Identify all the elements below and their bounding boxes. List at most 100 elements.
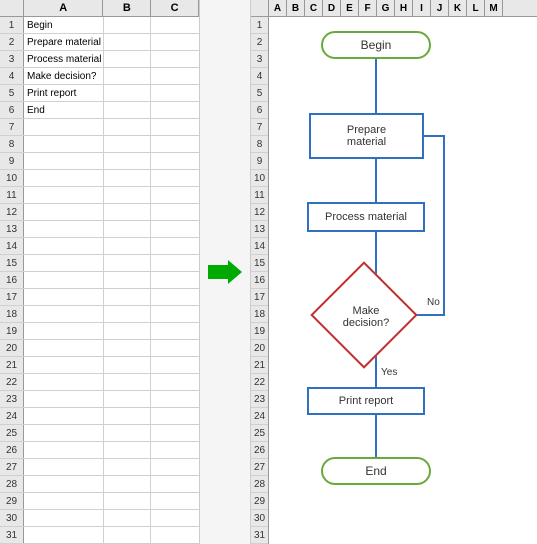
print-shape: Print report (307, 387, 425, 415)
cell-c[interactable] (151, 289, 199, 305)
cell-a[interactable]: Begin (24, 17, 104, 33)
cell-a[interactable] (24, 221, 104, 237)
cell-b[interactable] (104, 17, 152, 33)
cell-b[interactable] (104, 442, 152, 458)
cell-a[interactable] (24, 527, 104, 543)
cell-a[interactable] (24, 136, 104, 152)
cell-b[interactable] (104, 493, 152, 509)
cell-c[interactable] (151, 238, 199, 254)
cell-c[interactable] (151, 374, 199, 390)
cell-b[interactable] (104, 204, 152, 220)
fc-row-number: 24 (251, 408, 268, 425)
cell-c[interactable] (151, 136, 199, 152)
cell-a[interactable]: End (24, 102, 104, 118)
cell-c[interactable] (151, 476, 199, 492)
cell-b[interactable] (104, 306, 152, 322)
cell-a[interactable] (24, 187, 104, 203)
cell-a[interactable] (24, 408, 104, 424)
cell-a[interactable] (24, 119, 104, 135)
fc-row-number: 18 (251, 306, 268, 323)
cell-a[interactable]: Make decision? (24, 68, 104, 84)
cell-c[interactable] (151, 34, 199, 50)
cell-b[interactable] (104, 323, 152, 339)
cell-b[interactable] (104, 272, 152, 288)
fc-col-header-k: K (449, 0, 467, 16)
cell-a[interactable] (24, 391, 104, 407)
cell-b[interactable] (104, 34, 152, 50)
cell-a[interactable] (24, 425, 104, 441)
cell-b[interactable] (104, 119, 152, 135)
cell-b[interactable] (104, 408, 152, 424)
cell-a[interactable] (24, 476, 104, 492)
cell-c[interactable] (151, 204, 199, 220)
cell-b[interactable] (104, 340, 152, 356)
cell-c[interactable] (151, 102, 199, 118)
cell-a[interactable] (24, 323, 104, 339)
cell-c[interactable] (151, 493, 199, 509)
cell-c[interactable] (151, 442, 199, 458)
cell-b[interactable] (104, 153, 152, 169)
cell-a[interactable]: Prepare material (24, 34, 104, 50)
cell-b[interactable] (104, 51, 152, 67)
cell-a[interactable] (24, 374, 104, 390)
cell-b[interactable] (104, 527, 152, 543)
cell-a[interactable] (24, 510, 104, 526)
cell-b[interactable] (104, 136, 152, 152)
cell-c[interactable] (151, 340, 199, 356)
cell-b[interactable] (104, 221, 152, 237)
cell-a[interactable] (24, 204, 104, 220)
cell-a[interactable]: Print report (24, 85, 104, 101)
cell-b[interactable] (104, 357, 152, 373)
cell-c[interactable] (151, 153, 199, 169)
cell-c[interactable] (151, 306, 199, 322)
cell-a[interactable] (24, 357, 104, 373)
cell-c[interactable] (151, 187, 199, 203)
cell-c[interactable] (151, 119, 199, 135)
cell-b[interactable] (104, 102, 152, 118)
cell-c[interactable] (151, 425, 199, 441)
cell-b[interactable] (104, 459, 152, 475)
cell-b[interactable] (104, 289, 152, 305)
cell-b[interactable] (104, 391, 152, 407)
cell-b[interactable] (104, 238, 152, 254)
cell-b[interactable] (104, 170, 152, 186)
table-row: 8 (0, 136, 199, 153)
cell-b[interactable] (104, 68, 152, 84)
cell-b[interactable] (104, 85, 152, 101)
cell-b[interactable] (104, 255, 152, 271)
cell-c[interactable] (151, 51, 199, 67)
table-row: 6 End (0, 102, 199, 119)
cell-a[interactable] (24, 170, 104, 186)
cell-c[interactable] (151, 510, 199, 526)
cell-c[interactable] (151, 459, 199, 475)
cell-c[interactable] (151, 272, 199, 288)
cell-c[interactable] (151, 323, 199, 339)
cell-b[interactable] (104, 425, 152, 441)
cell-b[interactable] (104, 187, 152, 203)
cell-b[interactable] (104, 510, 152, 526)
cell-a[interactable] (24, 153, 104, 169)
cell-a[interactable] (24, 459, 104, 475)
cell-c[interactable] (151, 17, 199, 33)
cell-c[interactable] (151, 221, 199, 237)
cell-c[interactable] (151, 527, 199, 543)
cell-a[interactable] (24, 493, 104, 509)
cell-a[interactable] (24, 442, 104, 458)
cell-c[interactable] (151, 357, 199, 373)
cell-a[interactable] (24, 255, 104, 271)
cell-c[interactable] (151, 68, 199, 84)
table-row: 18 (0, 306, 199, 323)
cell-c[interactable] (151, 391, 199, 407)
cell-c[interactable] (151, 255, 199, 271)
cell-a[interactable] (24, 289, 104, 305)
cell-a[interactable]: Process material (24, 51, 104, 67)
cell-c[interactable] (151, 408, 199, 424)
cell-a[interactable] (24, 306, 104, 322)
cell-b[interactable] (104, 476, 152, 492)
cell-a[interactable] (24, 272, 104, 288)
cell-a[interactable] (24, 238, 104, 254)
cell-a[interactable] (24, 340, 104, 356)
cell-c[interactable] (151, 85, 199, 101)
cell-b[interactable] (104, 374, 152, 390)
cell-c[interactable] (151, 170, 199, 186)
